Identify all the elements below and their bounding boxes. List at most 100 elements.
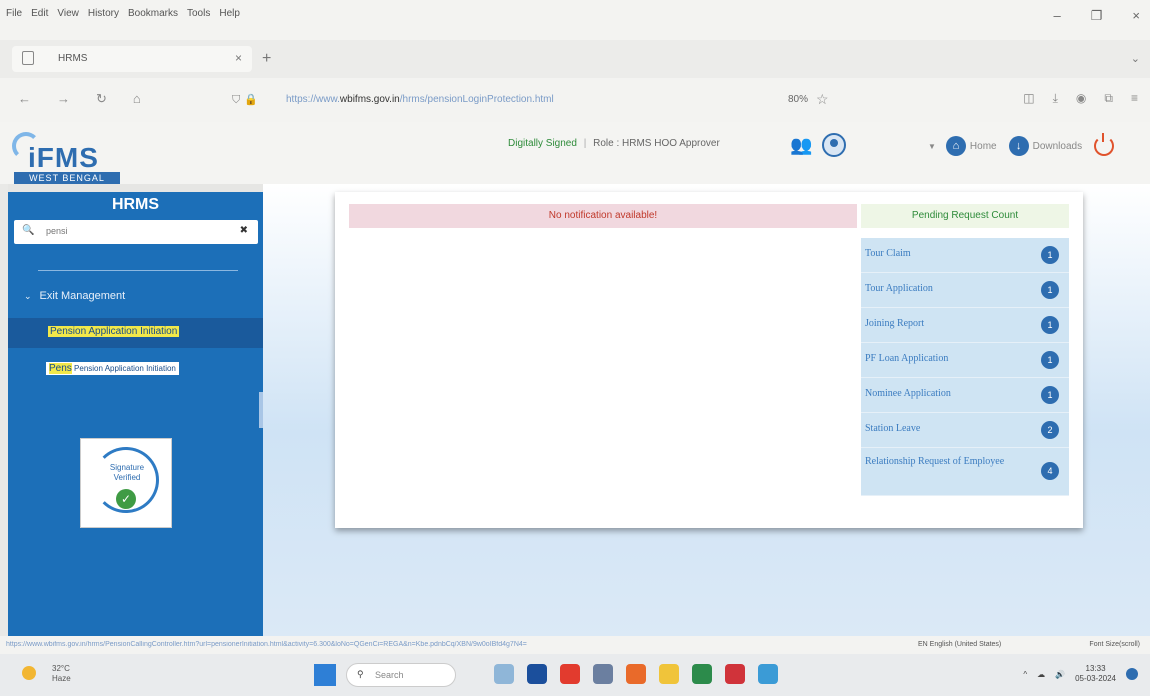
separator: | <box>583 138 587 149</box>
clock-time: 13:33 <box>1085 664 1106 673</box>
request-row-pf-loan-application[interactable]: PF Loan Application 1 <box>861 343 1069 378</box>
menu-tools[interactable]: Tools <box>187 8 210 19</box>
chevron-down-icon: ⌄ <box>24 291 32 301</box>
search-icon: 🔍 <box>22 225 35 236</box>
tab-strip: HRMS × + ⌄ <box>0 40 1150 78</box>
header-nav: ▼ ⌂ Home ↓ Downloads <box>928 133 1115 156</box>
request-row-joining-report[interactable]: Joining Report 1 <box>861 308 1069 343</box>
windows-start-icon[interactable] <box>314 664 336 686</box>
bookmark-star-icon[interactable]: ☆ <box>816 91 829 108</box>
nav-buttons: ← → ↻ ⌂ <box>18 91 141 107</box>
language-indicator[interactable]: EN English (United States) <box>918 641 1001 648</box>
edge-app-icon[interactable] <box>758 664 778 684</box>
forward-icon[interactable]: → <box>57 91 70 107</box>
menu-edit[interactable]: Edit <box>31 8 48 19</box>
clear-search-icon[interactable]: ✖ <box>240 225 248 236</box>
request-label: Relationship Request of Employee <box>865 456 1005 467</box>
request-row-nominee-application[interactable]: Nominee Application 1 <box>861 378 1069 413</box>
clock[interactable]: 13:33 05-03-2024 <box>1075 664 1116 684</box>
group-label: Exit Management <box>39 290 126 302</box>
extensions-icon[interactable]: ⧉ <box>1104 91 1113 106</box>
request-label: PF Loan Application <box>865 353 949 364</box>
taskbar-search-input[interactable]: ⚲ Search <box>346 663 456 687</box>
request-count-badge: 2 <box>1041 421 1059 439</box>
home-icon[interactable]: ⌂ <box>945 136 966 156</box>
opera-app-icon[interactable] <box>560 664 580 684</box>
notification-icon[interactable] <box>1126 668 1138 680</box>
url-text: https://www.wbifms.gov.in/hrms/pensionLo… <box>286 94 554 105</box>
pocket-icon[interactable]: ◫ <box>1023 91 1034 106</box>
close-icon[interactable]: × <box>1132 8 1140 24</box>
logo-text: iFMS <box>28 142 99 173</box>
reload-icon[interactable]: ↻ <box>96 91 107 107</box>
header-info: Digitally Signed | Role : HRMS HOO Appro… <box>508 138 720 149</box>
minimize-icon[interactable]: – <box>1054 8 1061 24</box>
browser-menubar: File Edit View History Bookmarks Tools H… <box>0 0 1150 40</box>
menu-view[interactable]: View <box>57 8 79 19</box>
check-icon: ✓ <box>116 489 136 509</box>
account-icon[interactable]: ◉ <box>1076 91 1086 106</box>
restore-icon[interactable]: ❐ <box>1091 8 1103 24</box>
home-icon[interactable]: ⌂ <box>133 91 141 107</box>
search-match-highlight: Pens <box>49 363 72 374</box>
widgets-app-icon[interactable] <box>494 664 514 684</box>
file-explorer-app-icon[interactable] <box>659 664 679 684</box>
sidebar-search-input[interactable]: 🔍 pensi ✖ <box>14 220 258 244</box>
browser-navbar: ← → ↻ ⌂ ⛉🔒 https://www.wbifms.gov.in/hrm… <box>0 78 1150 122</box>
ifms-logo[interactable]: iFMS WEST BENGAL <box>10 130 140 184</box>
menu-history[interactable]: History <box>88 8 119 19</box>
menu-help[interactable]: Help <box>219 8 240 19</box>
network-icon[interactable]: ☁ <box>1037 670 1045 679</box>
zoom-level[interactable]: 80% <box>788 94 808 105</box>
avatar[interactable] <box>822 133 846 157</box>
firefox-app-icon[interactable] <box>626 664 646 684</box>
sidebar-item-pension-application-initiation[interactable]: Pension Application Initiation <box>8 318 263 348</box>
sidebar-divider <box>38 270 238 271</box>
download-icon[interactable]: ⤓ <box>1053 91 1058 106</box>
request-row-station-leave[interactable]: Station Leave 2 <box>861 413 1069 448</box>
back-icon[interactable]: ← <box>18 91 31 107</box>
home-link[interactable]: Home <box>970 141 997 152</box>
chevron-down-icon[interactable]: ⌄ <box>1131 52 1140 65</box>
request-row-tour-application[interactable]: Tour Application 1 <box>861 273 1069 308</box>
browser-tab[interactable]: HRMS × <box>12 46 252 72</box>
tab-title: HRMS <box>58 53 88 64</box>
sidebar-group-exit-management[interactable]: ⌄ Exit Management <box>24 290 125 302</box>
downloads-link[interactable]: Downloads <box>1033 141 1082 152</box>
copilot-app-icon[interactable] <box>527 664 547 684</box>
menu-bookmarks[interactable]: Bookmarks <box>128 8 178 19</box>
download-icon[interactable]: ↓ <box>1008 136 1029 156</box>
address-bar[interactable]: ⛉🔒 https://www.wbifms.gov.in/hrms/pensio… <box>222 88 829 112</box>
logout-power-icon[interactable] <box>1094 133 1115 156</box>
request-row-tour-claim[interactable]: Tour Claim 1 <box>861 238 1069 273</box>
sidebar: HRMS 🔍 pensi ✖ ⌄ Exit Management Pension … <box>8 184 263 636</box>
windows-taskbar: 32°C Haze ⚲ Search ^ ☁ 🔊 13:33 05-03-202… <box>0 654 1150 696</box>
hamburger-menu-icon[interactable]: ≡ <box>1131 91 1138 106</box>
request-count-badge: 4 <box>1041 462 1059 480</box>
sun-icon <box>22 666 36 680</box>
task-view-app-icon[interactable] <box>593 664 613 684</box>
sidebar-title: HRMS <box>111 196 160 213</box>
excel-app-icon[interactable] <box>692 664 712 684</box>
request-count-badge: 1 <box>1041 281 1059 299</box>
dashboard-panel: No notification available! Pending Reque… <box>335 192 1083 528</box>
pending-request-header: Pending Request Count <box>861 204 1069 228</box>
weather-text: 32°C Haze <box>52 664 112 684</box>
pdf-app-icon[interactable] <box>725 664 745 684</box>
role-label: Role : HRMS HOO Approver <box>593 138 720 149</box>
menu-file[interactable]: File <box>6 8 22 19</box>
font-size-indicator[interactable]: Font Size(scroll) <box>1089 641 1140 648</box>
taskbar-apps <box>494 664 778 684</box>
chevron-up-icon[interactable]: ^ <box>1023 670 1027 679</box>
chevron-down-icon[interactable]: ▼ <box>928 142 936 151</box>
volume-icon[interactable]: 🔊 <box>1055 670 1065 679</box>
toolbar-icons: ◫ ⤓ ◉ ⧉ ≡ <box>1023 91 1138 106</box>
sidebar-item-pension-application-initiation-2[interactable]: Pens Pension Application Initiation <box>46 362 179 375</box>
new-tab-icon[interactable]: + <box>262 50 271 68</box>
request-row-relationship-request[interactable]: Relationship Request of Employee 4 <box>861 448 1069 496</box>
users-icon[interactable]: 👥 <box>790 135 812 157</box>
status-url: https://www.wbifms.gov.in/hrms/PensionCa… <box>6 641 527 648</box>
menu-list: File Edit View History Bookmarks Tools H… <box>6 8 240 19</box>
request-count-badge: 1 <box>1041 246 1059 264</box>
tab-close-icon[interactable]: × <box>235 51 242 65</box>
